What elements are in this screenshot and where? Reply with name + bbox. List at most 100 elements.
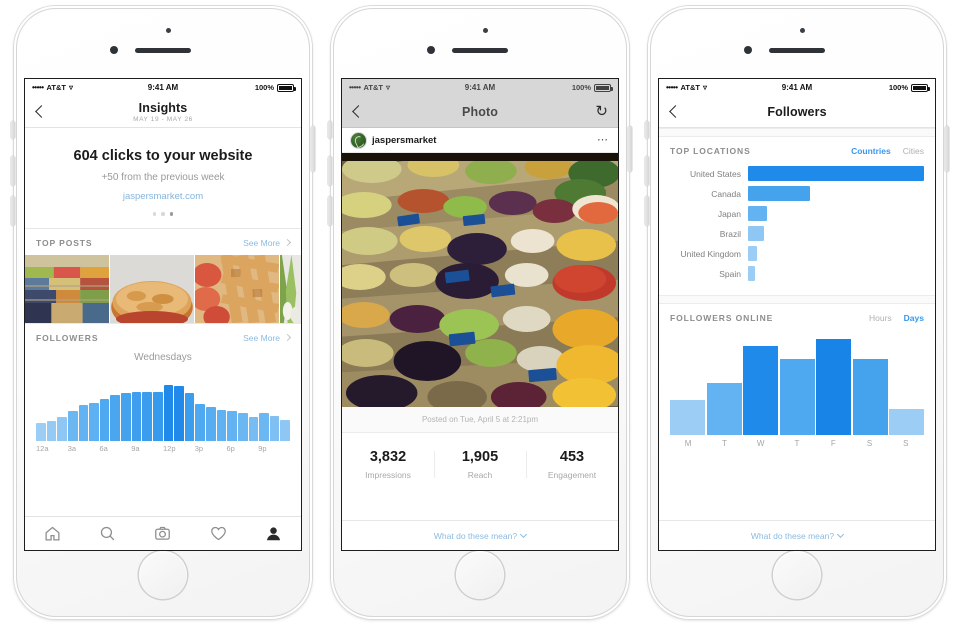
followers-online-title: FOLLOWERS ONLINE xyxy=(670,313,774,323)
location-bar-track xyxy=(748,226,924,241)
followers-online-header: FOLLOWERS ONLINE Hours Days xyxy=(659,304,935,330)
toggle-countries[interactable]: Countries xyxy=(851,146,891,156)
carrier-label: AT&T xyxy=(680,83,700,92)
x-tick-label: F xyxy=(830,439,836,448)
x-tick-label: 6a xyxy=(99,443,108,453)
chevron-left-icon[interactable] xyxy=(35,105,48,118)
volume-up-button[interactable] xyxy=(645,156,649,186)
navigation-bar-insights: Insights MAY 19 - MAY 26 xyxy=(25,96,301,128)
stat-value: 453 xyxy=(559,449,585,465)
heart-icon[interactable] xyxy=(210,525,227,542)
page-dot-active[interactable] xyxy=(169,212,174,216)
bar xyxy=(57,417,67,441)
x-tick-label: 9a xyxy=(131,443,140,453)
home-icon[interactable] xyxy=(44,525,61,542)
toggle-hours[interactable]: Hours xyxy=(869,313,892,323)
home-button[interactable] xyxy=(139,551,187,599)
three-phone-mockup: ••••• AT&T ▿ 9:41 AM 100% Insights MAY 1… xyxy=(0,0,965,625)
earpiece-speaker xyxy=(452,48,508,53)
followers-online-x-axis: MTWTFSS xyxy=(659,435,935,448)
post-author-row: jaspersmarket ⋯ xyxy=(342,128,618,153)
earpiece-speaker xyxy=(769,48,825,53)
location-row: Canada xyxy=(670,185,924,202)
top-post-thumbnail[interactable] xyxy=(194,254,279,323)
bar xyxy=(216,409,227,441)
bar xyxy=(121,392,131,441)
location-bar-track xyxy=(748,186,924,201)
page-dot[interactable] xyxy=(152,212,157,216)
bar xyxy=(46,421,57,441)
location-label: Canada xyxy=(711,188,741,199)
home-button[interactable] xyxy=(773,551,821,599)
chevron-left-icon[interactable] xyxy=(352,105,365,118)
mute-switch[interactable] xyxy=(11,121,15,139)
location-bar-track xyxy=(748,266,924,281)
power-button[interactable] xyxy=(628,126,632,172)
more-options-icon[interactable]: ⋯ xyxy=(597,134,609,146)
x-tick-label: 3a xyxy=(67,443,77,453)
mute-switch[interactable] xyxy=(328,121,332,139)
earpiece-speaker xyxy=(135,48,191,53)
avatar[interactable] xyxy=(351,132,366,148)
followers-by-hour-bar-chart xyxy=(25,369,301,441)
refresh-icon[interactable]: ↻ xyxy=(595,104,608,119)
camera-icon[interactable] xyxy=(154,525,171,542)
volume-down-button[interactable] xyxy=(11,196,15,226)
location-label: Spain xyxy=(719,268,741,279)
chevron-down-icon xyxy=(520,530,528,539)
followers-header: FOLLOWERS See More xyxy=(25,323,301,350)
section-divider xyxy=(659,295,935,304)
top-posts-thumbnails xyxy=(25,254,301,323)
home-button[interactable] xyxy=(456,551,504,599)
location-bar-track xyxy=(748,206,924,221)
location-bar-track xyxy=(748,166,924,181)
top-post-thumbnail[interactable] xyxy=(109,254,194,323)
followers-see-more-button[interactable]: See More xyxy=(243,333,292,343)
location-row: Japan xyxy=(670,205,924,222)
date-range-label: MAY 19 - MAY 26 xyxy=(133,115,193,123)
bar xyxy=(184,392,195,441)
top-post-thumbnail-partial[interactable] xyxy=(279,254,301,323)
profile-icon[interactable] xyxy=(265,525,282,542)
post-photo[interactable] xyxy=(342,153,618,407)
instagram-tab-bar xyxy=(25,516,301,550)
bar xyxy=(131,391,142,441)
website-link[interactable]: jaspersmarket.com xyxy=(35,191,291,202)
power-button[interactable] xyxy=(945,126,949,172)
location-label: Brazil xyxy=(719,228,741,239)
bar xyxy=(259,413,269,441)
mute-switch[interactable] xyxy=(645,121,649,139)
chevron-left-icon[interactable] xyxy=(669,105,682,118)
volume-down-button[interactable] xyxy=(328,196,332,226)
bar xyxy=(152,391,163,441)
bar xyxy=(743,345,778,435)
front-camera-icon xyxy=(110,46,118,54)
username-label[interactable]: jaspersmarket xyxy=(372,135,436,146)
stat-label: Engagement xyxy=(547,470,597,480)
what-do-these-mean-button[interactable]: What do these mean? xyxy=(342,520,618,550)
x-tick-label: 3p xyxy=(194,443,204,453)
location-row: Brazil xyxy=(670,225,924,242)
top-post-thumbnail[interactable] xyxy=(25,254,109,323)
navigation-bar-photo: Photo ↻ xyxy=(342,96,618,128)
proximity-sensor-icon xyxy=(800,28,805,33)
volume-up-button[interactable] xyxy=(11,156,15,186)
volume-down-button[interactable] xyxy=(645,196,649,226)
battery-percent-label: 100% xyxy=(254,83,274,92)
power-button[interactable] xyxy=(311,126,315,172)
what-do-these-mean-button[interactable]: What do these mean? xyxy=(659,520,935,550)
top-posts-see-more-button[interactable]: See More xyxy=(243,238,292,248)
dimmed-top-region: ••••• AT&T ▿ 9:41 AM 100% Photo ↻ xyxy=(342,79,618,128)
bar xyxy=(706,382,742,435)
page-dot[interactable] xyxy=(161,212,165,216)
location-label: United Kingdom xyxy=(680,248,741,259)
top-posts-header: TOP POSTS See More xyxy=(25,228,301,255)
volume-up-button[interactable] xyxy=(328,156,332,186)
website-clicks-card: 604 clicks to your website +50 from the … xyxy=(25,128,301,229)
battery-percent-label: 100% xyxy=(571,83,591,92)
toggle-days[interactable]: Days xyxy=(904,313,924,323)
toggle-cities[interactable]: Cities xyxy=(903,146,924,156)
stat-value: 1,905 xyxy=(461,449,499,465)
bar xyxy=(206,406,216,441)
search-icon[interactable] xyxy=(99,525,116,542)
